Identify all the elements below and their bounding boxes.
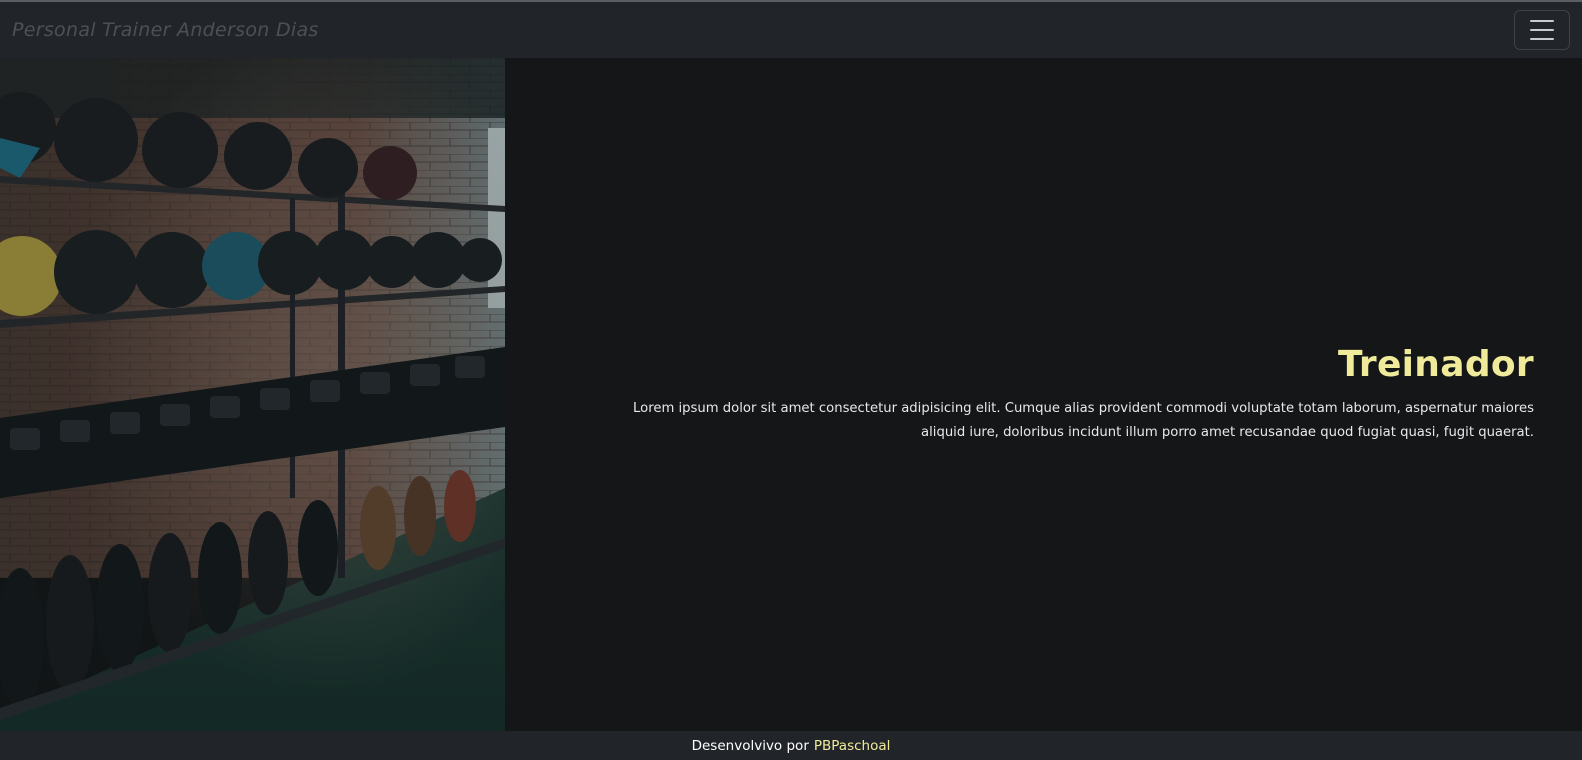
hamburger-menu-icon-line xyxy=(1530,29,1554,31)
hero-image xyxy=(0,58,505,731)
footer-text: Desenvolvivo por xyxy=(691,737,809,754)
navbar-brand[interactable]: Personal Trainer Anderson Dias xyxy=(12,19,319,41)
navbar-toggler-button[interactable] xyxy=(1514,10,1570,50)
footer: Desenvolvivo por PBPaschoal xyxy=(0,731,1582,760)
hero-section: Treinador Lorem ipsum dolor sit amet con… xyxy=(0,58,1582,731)
hamburger-menu-icon-line xyxy=(1530,38,1554,40)
hero-content: Treinador Lorem ipsum dolor sit amet con… xyxy=(505,58,1582,731)
navbar: Personal Trainer Anderson Dias xyxy=(0,2,1582,58)
footer-author-link[interactable]: PBPaschoal xyxy=(814,738,891,754)
hero-description: Lorem ipsum dolor sit amet consectetur a… xyxy=(633,401,1534,440)
hamburger-menu-icon xyxy=(1530,20,1554,22)
hero-title: Treinador xyxy=(1338,344,1534,385)
gym-photo xyxy=(0,58,505,731)
